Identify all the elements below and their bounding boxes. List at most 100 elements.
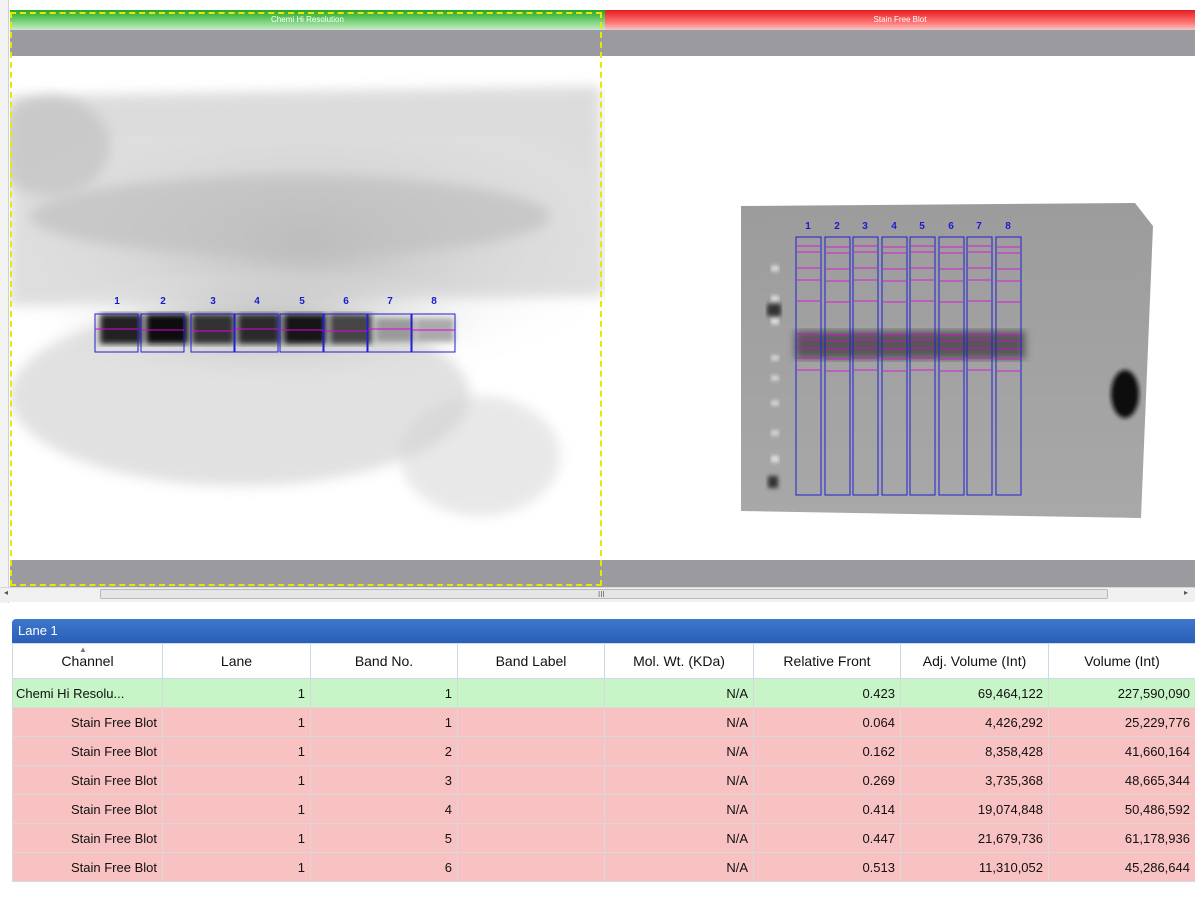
column-header-lane[interactable]: Lane bbox=[162, 643, 311, 679]
cell-band-label[interactable] bbox=[457, 794, 605, 824]
chemi-panel-title: Chemi Hi Resolution bbox=[10, 10, 605, 30]
cell-band-no[interactable]: 2 bbox=[310, 736, 458, 766]
cell-relative-front[interactable]: 0.064 bbox=[753, 707, 901, 737]
cell-channel[interactable]: Chemi Hi Resolu... bbox=[12, 678, 163, 708]
column-header-band-label[interactable]: Band Label bbox=[457, 643, 605, 679]
lane-number-label: 8 bbox=[1005, 221, 1011, 232]
cell-volume[interactable]: 50,486,592 bbox=[1048, 794, 1195, 824]
cell-mol-wt[interactable]: N/A bbox=[604, 765, 754, 795]
table-row[interactable]: Stain Free Blot 1 3 N/A 0.269 3,735,368 48,665… bbox=[12, 765, 1195, 795]
cell-mol-wt[interactable]: N/A bbox=[604, 736, 754, 766]
column-header-channel[interactable]: ▲ Channel bbox=[12, 643, 163, 679]
cell-volume[interactable]: 48,665,344 bbox=[1048, 765, 1195, 795]
lane-number-label: 6 bbox=[948, 221, 954, 232]
cell-channel[interactable]: Stain Free Blot bbox=[12, 794, 163, 824]
lane-number-label: 3 bbox=[862, 221, 868, 232]
band-table-panel: Lane 1 ▲ Channel Lane Band No. Band Label… bbox=[12, 619, 1195, 909]
cell-mol-wt[interactable]: N/A bbox=[604, 678, 754, 708]
cell-band-no[interactable]: 5 bbox=[310, 823, 458, 853]
cell-channel[interactable]: Stain Free Blot bbox=[12, 736, 163, 766]
cell-mol-wt[interactable]: N/A bbox=[604, 852, 754, 882]
cell-lane[interactable]: 1 bbox=[162, 794, 311, 824]
cell-band-label[interactable] bbox=[457, 765, 605, 795]
column-header-relative-front[interactable]: Relative Front bbox=[753, 643, 901, 679]
cell-lane[interactable]: 1 bbox=[162, 707, 311, 737]
table-row[interactable]: Stain Free Blot 1 5 N/A 0.447 21,679,736 61,17… bbox=[12, 823, 1195, 853]
cell-mol-wt[interactable]: N/A bbox=[604, 794, 754, 824]
scroll-right-arrow-icon[interactable]: ▸ bbox=[1184, 588, 1188, 597]
panel-top-strip bbox=[605, 30, 1195, 56]
lane-number-label: 7 bbox=[976, 221, 982, 232]
chemi-blot-image[interactable] bbox=[10, 56, 605, 560]
cell-adj-volume[interactable]: 3,735,368 bbox=[900, 765, 1049, 795]
cell-volume[interactable]: 61,178,936 bbox=[1048, 823, 1195, 853]
cell-band-label[interactable] bbox=[457, 736, 605, 766]
lane-number-label: 7 bbox=[387, 296, 393, 307]
table-header-row: ▲ Channel Lane Band No. Band Label Mol. W… bbox=[12, 643, 1195, 679]
cell-mol-wt[interactable]: N/A bbox=[604, 707, 754, 737]
cell-band-no[interactable]: 4 bbox=[310, 794, 458, 824]
lane-number-label: 4 bbox=[891, 221, 897, 232]
table-row[interactable]: Stain Free Blot 1 4 N/A 0.414 19,074,848 50,48… bbox=[12, 794, 1195, 824]
cell-lane[interactable]: 1 bbox=[162, 852, 311, 882]
column-header-volume[interactable]: Volume (Int) bbox=[1048, 643, 1195, 679]
cell-band-label[interactable] bbox=[457, 852, 605, 882]
scroll-left-arrow-icon[interactable]: ◂ bbox=[4, 588, 8, 597]
lane-number-label: 4 bbox=[254, 296, 260, 307]
cell-adj-volume[interactable]: 8,358,428 bbox=[900, 736, 1049, 766]
cell-band-label[interactable] bbox=[457, 823, 605, 853]
table-row[interactable]: Chemi Hi Resolu... 1 1 N/A 0.423 69,464,122 22… bbox=[12, 678, 1195, 708]
cell-relative-front[interactable]: 0.414 bbox=[753, 794, 901, 824]
cell-volume[interactable]: 25,229,776 bbox=[1048, 707, 1195, 737]
chemi-panel[interactable]: Chemi Hi Resolution 1 2 3 4 5 6 7 8 bbox=[10, 10, 605, 590]
cell-relative-front[interactable]: 0.269 bbox=[753, 765, 901, 795]
cell-relative-front[interactable]: 0.447 bbox=[753, 823, 901, 853]
cell-channel[interactable]: Stain Free Blot bbox=[12, 823, 163, 853]
column-header-adj-volume[interactable]: Adj. Volume (Int) bbox=[900, 643, 1049, 679]
cell-band-label[interactable] bbox=[457, 678, 605, 708]
sort-ascending-icon: ▲ bbox=[79, 645, 87, 654]
table-row[interactable]: Stain Free Blot 1 2 N/A 0.162 8,358,428 41,660… bbox=[12, 736, 1195, 766]
panel-top-strip bbox=[10, 30, 605, 56]
cell-lane[interactable]: 1 bbox=[162, 823, 311, 853]
cell-adj-volume[interactable]: 21,679,736 bbox=[900, 823, 1049, 853]
cell-band-no[interactable]: 6 bbox=[310, 852, 458, 882]
cell-volume[interactable]: 41,660,164 bbox=[1048, 736, 1195, 766]
table-row[interactable]: Stain Free Blot 1 6 N/A 0.513 11,310,052 45,28… bbox=[12, 852, 1195, 882]
lane-number-label: 6 bbox=[343, 296, 349, 307]
cell-adj-volume[interactable]: 4,426,292 bbox=[900, 707, 1049, 737]
column-header-mol-wt[interactable]: Mol. Wt. (KDa) bbox=[604, 643, 754, 679]
panel-bottom-strip bbox=[10, 560, 605, 590]
left-edge-bar bbox=[0, 0, 9, 603]
cell-mol-wt[interactable]: N/A bbox=[604, 823, 754, 853]
cell-lane[interactable]: 1 bbox=[162, 765, 311, 795]
cell-band-label[interactable] bbox=[457, 707, 605, 737]
scrollbar-grip: III bbox=[598, 590, 605, 599]
cell-relative-front[interactable]: 0.162 bbox=[753, 736, 901, 766]
lane-number-label: 5 bbox=[299, 296, 305, 307]
stain-free-panel-title: Stain Free Blot bbox=[605, 10, 1195, 30]
cell-lane[interactable]: 1 bbox=[162, 736, 311, 766]
cell-volume[interactable]: 45,286,644 bbox=[1048, 852, 1195, 882]
stain-free-panel[interactable]: Stain Free Blot 1 2 3 4 5 6 7 8 bbox=[605, 10, 1195, 590]
cell-lane[interactable]: 1 bbox=[162, 678, 311, 708]
cell-band-no[interactable]: 1 bbox=[310, 678, 458, 708]
lane-number-label: 2 bbox=[160, 296, 166, 307]
cell-volume[interactable]: 227,590,090 bbox=[1048, 678, 1195, 708]
cell-relative-front[interactable]: 0.423 bbox=[753, 678, 901, 708]
column-header-band-no[interactable]: Band No. bbox=[310, 643, 458, 679]
table-row[interactable]: Stain Free Blot 1 1 N/A 0.064 4,426,292 25,229… bbox=[12, 707, 1195, 737]
cell-adj-volume[interactable]: 69,464,122 bbox=[900, 678, 1049, 708]
panel-bottom-strip bbox=[605, 560, 1195, 590]
cell-channel[interactable]: Stain Free Blot bbox=[12, 852, 163, 882]
cell-channel[interactable]: Stain Free Blot bbox=[12, 765, 163, 795]
stain-free-blot-image[interactable] bbox=[605, 56, 1195, 560]
cell-relative-front[interactable]: 0.513 bbox=[753, 852, 901, 882]
cell-adj-volume[interactable]: 11,310,052 bbox=[900, 852, 1049, 882]
table-title: Lane 1 bbox=[12, 619, 1195, 643]
cell-band-no[interactable]: 3 bbox=[310, 765, 458, 795]
cell-adj-volume[interactable]: 19,074,848 bbox=[900, 794, 1049, 824]
lane-number-label: 1 bbox=[114, 296, 120, 307]
cell-channel[interactable]: Stain Free Blot bbox=[12, 707, 163, 737]
cell-band-no[interactable]: 1 bbox=[310, 707, 458, 737]
